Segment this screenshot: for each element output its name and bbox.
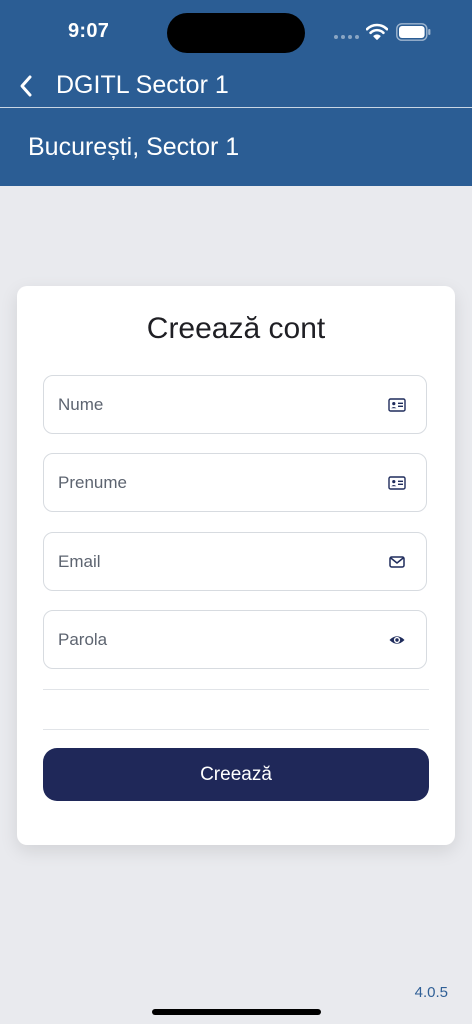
- first-name-field[interactable]: [43, 453, 427, 512]
- envelope-icon: [389, 556, 405, 568]
- eye-icon[interactable]: [388, 631, 406, 649]
- divider: [43, 729, 429, 730]
- nav-title: DGITL Sector 1: [56, 71, 229, 99]
- status-time: 9:07: [68, 20, 110, 42]
- chevron-left-icon: [20, 75, 32, 97]
- dynamic-island: [167, 13, 305, 53]
- header-divider: [0, 107, 472, 108]
- app-header: 9:07 DGITL Sector 1 București, Sector 1: [0, 0, 472, 186]
- wifi-icon: [366, 23, 388, 40]
- last-name-field[interactable]: [43, 375, 427, 434]
- location-title: București, Sector 1: [28, 133, 240, 161]
- back-button[interactable]: [8, 68, 44, 104]
- email-field[interactable]: [43, 532, 427, 591]
- status-bar: 9:07: [0, 0, 472, 64]
- create-account-card: Creează cont Nume Prenume Email Creează: [17, 286, 455, 845]
- first-name-input[interactable]: [58, 454, 368, 511]
- form-title: Creează cont: [146, 312, 326, 345]
- divider: [43, 689, 429, 690]
- battery-icon: [396, 23, 431, 41]
- password-field[interactable]: [43, 610, 427, 669]
- app-version: 4.0.5: [414, 984, 448, 1001]
- create-account-button[interactable]: Creează: [43, 748, 429, 801]
- email-input[interactable]: [58, 533, 368, 590]
- cellular-signal-icon: [334, 35, 360, 40]
- last-name-input[interactable]: [58, 376, 368, 433]
- navigation-bar: DGITL Sector 1: [0, 64, 472, 108]
- id-card-icon: [388, 398, 406, 412]
- home-indicator: [152, 1009, 321, 1015]
- id-card-icon: [388, 476, 406, 490]
- password-input[interactable]: [58, 611, 368, 668]
